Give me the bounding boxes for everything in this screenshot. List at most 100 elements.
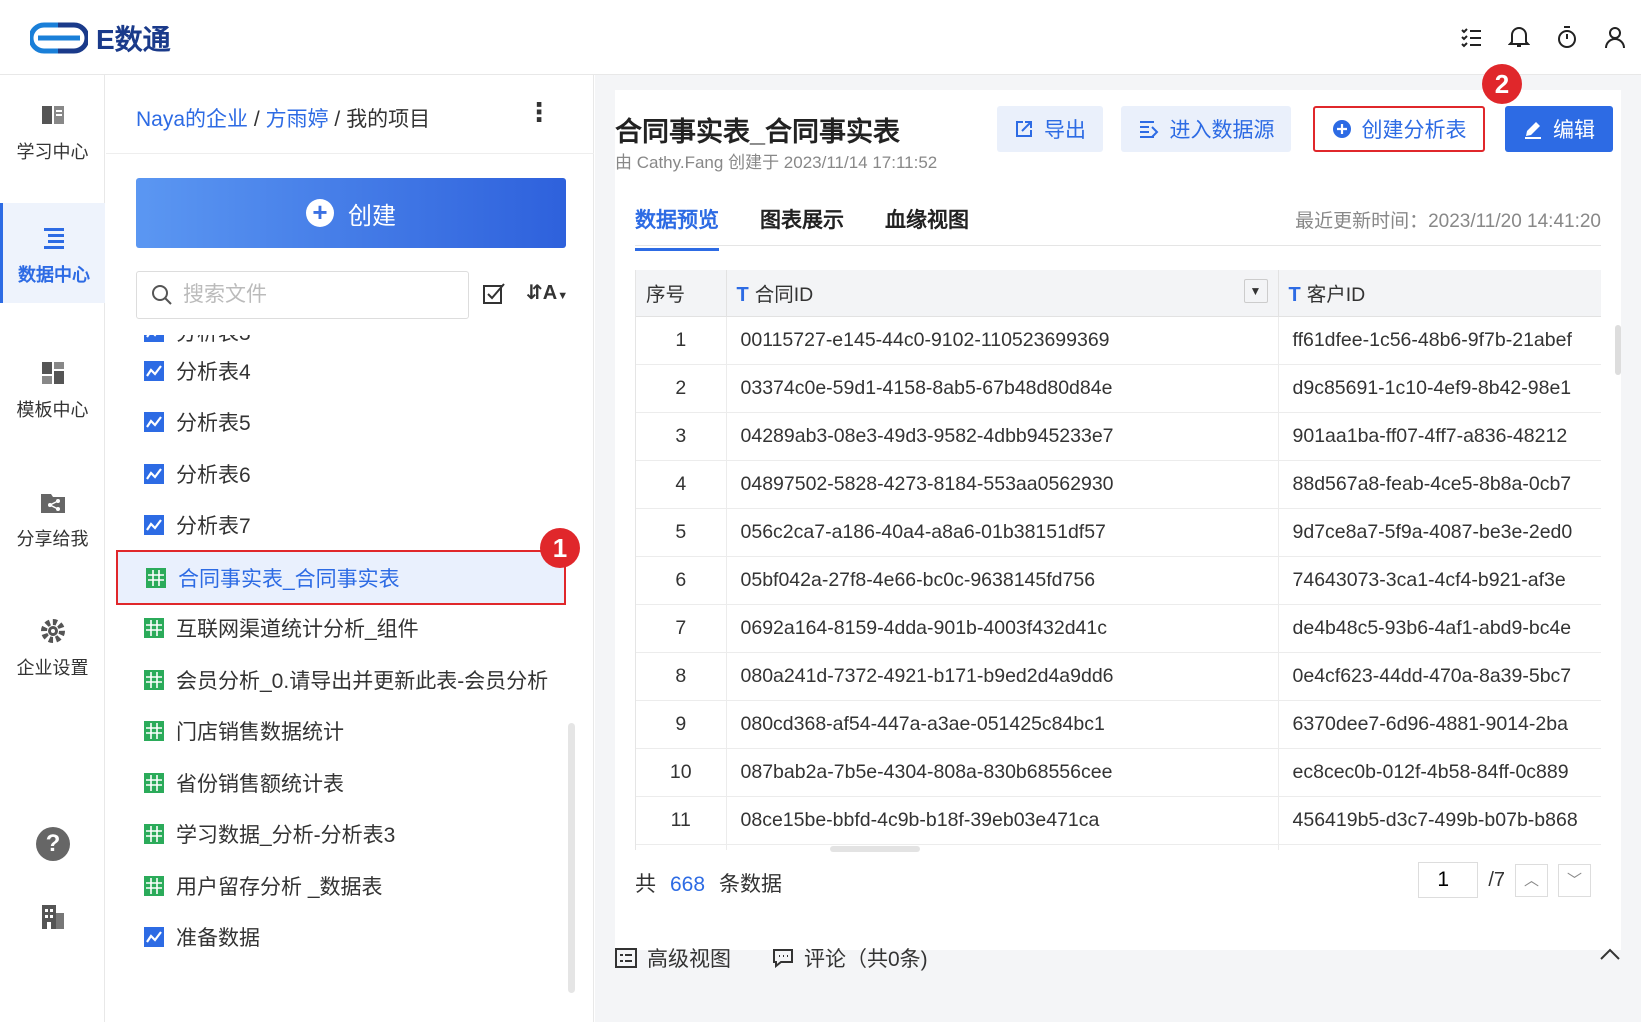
- bell-icon[interactable]: [1505, 20, 1533, 54]
- datasource-label: 进入数据源: [1169, 119, 1275, 142]
- file-name: 学习数据_分析-分析表3: [176, 824, 396, 847]
- breadcrumb-org[interactable]: Naya的企业: [136, 108, 248, 131]
- file-item[interactable]: 互联网渠道统计分析_组件: [116, 603, 566, 653]
- search-box: [136, 271, 469, 319]
- table-row[interactable]: 3 04289ab3-08e3-49d3-9582-4dbb945233e7 901…: [636, 412, 1601, 461]
- table-row[interactable]: 120a392e38-b72f-46ad-b713-a19e06f6f46eef…: [636, 844, 1601, 850]
- create-analysis-button[interactable]: 创建分析表: [1313, 106, 1485, 152]
- advanced-view-label: 高级视图: [647, 948, 731, 971]
- page-down-button[interactable]: ﹀: [1558, 863, 1591, 897]
- more-options-icon[interactable]: ⋮: [526, 97, 552, 128]
- task-list-icon[interactable]: [1457, 20, 1485, 54]
- table-file-icon: [144, 670, 164, 690]
- nav-item-template[interactable]: 模板中心: [0, 338, 105, 438]
- tab-chart-display[interactable]: 图表展示: [760, 204, 844, 248]
- table-hscrollbar[interactable]: [830, 846, 920, 852]
- table-row[interactable]: 8 080a241d-7372-4921-b171-b9ed2d4a9dd6 0e4…: [636, 652, 1601, 701]
- advanced-view-button[interactable]: 高级视图: [615, 943, 731, 973]
- chart-file-icon: [144, 412, 164, 432]
- pencil-icon: [1525, 122, 1541, 139]
- nav-item-learning[interactable]: 学习中心: [0, 80, 105, 180]
- col-header-customer[interactable]: T 客户ID: [1278, 270, 1601, 317]
- timer-icon[interactable]: [1553, 20, 1581, 54]
- table-row[interactable]: 4 04897502-5828-4273-8184-553aa0562930 88d…: [636, 460, 1601, 509]
- nav-item-settings[interactable]: 企业设置: [0, 596, 105, 696]
- nav-item-data[interactable]: 数据中心: [0, 203, 105, 303]
- tab-data-preview[interactable]: 数据预览: [635, 204, 719, 251]
- edit-button[interactable]: 编辑: [1505, 106, 1613, 152]
- datasource-icon: [1139, 121, 1158, 138]
- table-row[interactable]: 11 08ce15be-bbfd-4c9b-b18f-39eb03e471ca 45…: [636, 796, 1601, 845]
- file-item-selected[interactable]: 合同事实表_合同事实表: [116, 550, 566, 605]
- user-icon[interactable]: [1601, 20, 1629, 54]
- table-row[interactable]: 10 087bab2a-7b5e-4304-808a-830b68556cee ec…: [636, 748, 1601, 797]
- file-item[interactable]: 分析表4: [116, 346, 566, 396]
- file-name: 合同事实表_合同事实表: [178, 567, 400, 591]
- cell-customer-id: d9c85691-1c10-4ef9-8b42-98e1: [1278, 364, 1601, 413]
- tab-lineage-view[interactable]: 血缘视图: [885, 204, 969, 248]
- nav-item-share[interactable]: 分享给我: [0, 467, 105, 567]
- nav-label-template: 模板中心: [16, 400, 89, 420]
- cell-index: 4: [636, 460, 727, 509]
- help-icon[interactable]: ?: [36, 827, 70, 861]
- file-list-scrollbar[interactable]: [568, 723, 575, 993]
- file-item[interactable]: 准备数据: [116, 912, 566, 962]
- search-input[interactable]: [183, 283, 443, 307]
- page-input[interactable]: [1418, 862, 1479, 898]
- batch-select-icon[interactable]: [481, 280, 507, 306]
- table-row[interactable]: 1 00115727-e145-44c0-9102-110523699369 ff6…: [636, 316, 1601, 365]
- cell-index: 12: [636, 844, 727, 850]
- comments-button[interactable]: 评论（共0条): [772, 943, 928, 973]
- export-button[interactable]: 导出: [997, 106, 1103, 152]
- nav-label-data: 数据中心: [18, 265, 90, 285]
- table-row[interactable]: 9 080cd368-af54-447a-a3ae-051425c84bc1 637…: [636, 700, 1601, 749]
- file-item[interactable]: 省份销售额统计表: [116, 758, 566, 808]
- advanced-view-icon: [615, 948, 637, 968]
- record-count: 共 668 条数据: [635, 868, 782, 898]
- cell-customer-id: ef35dd55-5306-4380-88ff-5db88: [1278, 844, 1601, 850]
- detail-card: 合同事实表_合同事实表 由 Cathy.Fang 创建于 2023/11/14 …: [615, 90, 1621, 950]
- cell-customer-id: 456419b5-d3c7-499b-b07b-b868: [1278, 796, 1601, 845]
- table-file-icon: [146, 567, 166, 588]
- settings-icon: [40, 619, 65, 643]
- table-row[interactable]: 6 05bf042a-27f8-4e66-bc0c-9638145fd756 746…: [636, 556, 1601, 605]
- building-icon[interactable]: [38, 901, 68, 931]
- step-badge-1: 1: [540, 528, 580, 568]
- cell-contract-id: 08ce15be-bbfd-4c9b-b18f-39eb03e471ca: [726, 796, 1279, 845]
- table-row[interactable]: 7 0692a164-8159-4dda-901b-4003f432d41c de4…: [636, 604, 1601, 653]
- step-badge-2: 2: [1482, 64, 1522, 104]
- cell-customer-id: ec8cec0b-012f-4b58-84ff-0c889: [1278, 748, 1601, 797]
- file-item[interactable]: 分析表6: [116, 449, 566, 499]
- nav-label-learning: 学习中心: [16, 142, 89, 162]
- file-item[interactable]: 用户留存分析 _数据表: [116, 861, 566, 911]
- create-analysis-label: 创建分析表: [1361, 119, 1467, 142]
- page-up-button[interactable]: ︿: [1515, 863, 1548, 897]
- file-item[interactable]: 学习数据_分析-分析表3: [116, 809, 566, 859]
- cell-contract-id: 05bf042a-27f8-4e66-bc0c-9638145fd756: [726, 556, 1279, 605]
- file-item[interactable]: 门店销售数据统计: [116, 706, 566, 756]
- breadcrumb-user[interactable]: 方雨婷: [266, 108, 329, 131]
- table-vscrollbar[interactable]: [1615, 325, 1621, 375]
- nav-label-share: 分享给我: [16, 529, 89, 549]
- table-row[interactable]: 5 056c2ca7-a186-40a4-a8a6-01b38151df57 9d7…: [636, 508, 1601, 557]
- create-button[interactable]: + 创建: [136, 178, 566, 248]
- file-item[interactable]: 分析表7: [116, 500, 566, 550]
- count-value: 668: [670, 873, 706, 896]
- table-row[interactable]: 2 03374c0e-59d1-4158-8ab5-67b48d80d84e d9c…: [636, 364, 1601, 413]
- column-dropdown-icon[interactable]: ▼: [1243, 279, 1268, 304]
- file-item[interactable]: 分析表5: [116, 397, 566, 447]
- tab-bar: 数据预览 图表展示 血缘视图 最近更新时间：2023/11/20 14:41:2…: [635, 190, 1601, 251]
- file-item[interactable]: 会员分析_0.请导出并更新此表-会员分析: [116, 655, 566, 705]
- chevron-up-icon[interactable]: [1599, 947, 1621, 961]
- nav-label-settings: 企业设置: [16, 658, 89, 678]
- col-header-contract[interactable]: T 合同ID ▼: [726, 270, 1279, 317]
- cell-contract-id: 080a241d-7372-4921-b171-b9ed2d4a9dd6: [726, 652, 1279, 701]
- app-logo[interactable]: E数通: [30, 18, 171, 58]
- cell-index: 10: [636, 748, 727, 797]
- sort-icon[interactable]: ⇵A▼: [526, 280, 568, 305]
- file-panel: Naya的企业 / 方雨婷 / 我的项目 ⋮ + 创建 ⇵A▼ 分析表3 分析表…: [106, 75, 594, 1022]
- datasource-button[interactable]: 进入数据源: [1121, 106, 1291, 152]
- export-label: 导出: [1044, 119, 1086, 142]
- comment-icon: [773, 949, 793, 968]
- cell-customer-id: 9d7ce8a7-5f9a-4087-be3e-2ed0: [1278, 508, 1601, 557]
